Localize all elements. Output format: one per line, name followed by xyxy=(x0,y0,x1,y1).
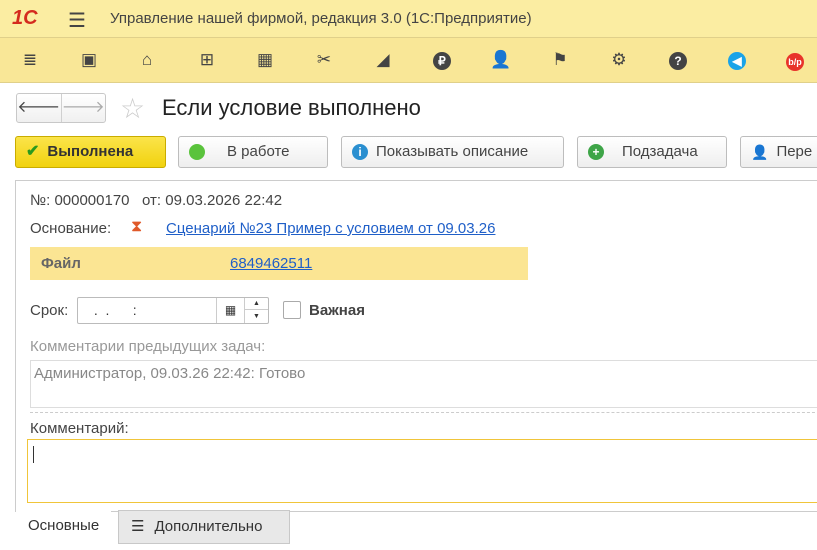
form-title: Если условие выполнено xyxy=(162,95,421,120)
calendar-icon[interactable]: ▦ xyxy=(216,298,244,323)
grid-icon[interactable]: ▦ xyxy=(254,49,276,71)
due-date-input[interactable]: . . : ▦ ▲ ▼ xyxy=(77,297,269,324)
comment-label: Комментарий: xyxy=(30,420,129,437)
ruble-icon[interactable]: ₽ xyxy=(431,49,453,71)
separator xyxy=(30,412,817,413)
sections-toolbar: ≣ ▣ ⌂ ⊞ ▦ ✂ ◢ ₽ 👤 ⚑ ⚙ ? ◀ b/p xyxy=(0,38,817,83)
due-label: Срок: xyxy=(30,302,69,319)
info-icon: i xyxy=(352,144,368,160)
cart-icon[interactable]: ⊞ xyxy=(196,49,218,71)
show-description-label: Показывать описание xyxy=(376,143,529,160)
tab-extra-label: Дополнительно xyxy=(154,518,263,535)
file-row: Файл 6849462511 xyxy=(30,247,528,280)
done-label: Выполнена xyxy=(47,143,134,160)
person-arrow-icon: 👤 xyxy=(751,144,769,160)
1c-logo: 1С xyxy=(12,7,38,29)
plus-icon: + xyxy=(588,144,604,160)
previous-comments-field: Администратор, 09.03.26 22:42: Готово xyxy=(30,360,817,408)
green-dot-icon xyxy=(189,144,205,160)
date-label: от: xyxy=(142,192,162,209)
forward-button[interactable]: 🡒 xyxy=(60,94,106,122)
favorite-star-icon[interactable]: ☆ xyxy=(120,92,145,125)
tab-main[interactable]: Основные xyxy=(16,510,112,544)
forward-label: Пере xyxy=(776,143,813,160)
help-icon[interactable]: ? xyxy=(667,49,689,71)
bp-icon[interactable]: b/p xyxy=(784,49,806,71)
done-button[interactable]: ✔ Выполнена xyxy=(15,136,166,168)
contacts-icon[interactable]: ▣ xyxy=(78,49,100,71)
important-checkbox[interactable] xyxy=(283,301,301,319)
important-label: Важная xyxy=(309,302,365,319)
list-icon: ☰ xyxy=(131,518,145,535)
file-link[interactable]: 6849462511 xyxy=(230,255,312,272)
basis-label: Основание: xyxy=(30,220,112,237)
navigation-buttons: 🡐 🡒 xyxy=(16,93,106,123)
text-caret xyxy=(33,446,34,463)
menu-icon[interactable]: ≣ xyxy=(19,49,41,71)
title-bar: 1С ☰ Управление нашей фирмой, редакция 3… xyxy=(0,0,817,38)
show-description-button[interactable]: i Показывать описание xyxy=(341,136,564,168)
back-button[interactable]: 🡐 xyxy=(17,94,61,122)
flag-icon[interactable]: ⚑ xyxy=(549,49,571,71)
file-label: Файл xyxy=(41,255,81,272)
subtask-label: Подзадача xyxy=(622,143,698,160)
tab-extra[interactable]: ☰ Дополнительно xyxy=(118,510,290,544)
comment-input[interactable] xyxy=(27,439,817,503)
spin-down-button[interactable]: ▼ xyxy=(244,310,268,323)
app-title: Управление нашей фирмой, редакция 3.0 (1… xyxy=(110,10,532,27)
spin-up-button[interactable]: ▲ xyxy=(244,298,268,310)
megaphone-icon[interactable]: ◀ xyxy=(726,49,748,71)
scenario-icon: ⧗ xyxy=(131,218,143,235)
basis-link[interactable]: Сценарий №23 Пример с условием от 09.03.… xyxy=(166,220,495,237)
number-row: №: 000000170 от: 09.03.2026 22:42 xyxy=(30,192,282,209)
number-value: 000000170 xyxy=(54,192,130,209)
in-work-label: В работе xyxy=(227,143,290,160)
factory-icon[interactable]: ◢ xyxy=(372,49,394,71)
users-icon[interactable]: 👤 xyxy=(490,49,512,71)
check-icon: ✔ xyxy=(26,143,40,160)
basket-icon[interactable]: ⌂ xyxy=(136,49,158,71)
subtask-button[interactable]: + Подзадача xyxy=(577,136,727,168)
gear-icon[interactable]: ⚙ xyxy=(608,49,630,71)
in-work-button[interactable]: В работе xyxy=(178,136,328,168)
forward-task-button[interactable]: 👤 Пере xyxy=(740,136,817,168)
tools-icon[interactable]: ✂ xyxy=(313,49,335,71)
due-date-value: . . : xyxy=(90,302,137,318)
hamburger-menu-icon[interactable]: ☰ xyxy=(68,8,86,33)
date-value: 09.03.2026 22:42 xyxy=(165,192,283,209)
number-label: №: xyxy=(30,192,51,209)
previous-comments-label: Комментарии предыдущих задач: xyxy=(30,338,266,355)
